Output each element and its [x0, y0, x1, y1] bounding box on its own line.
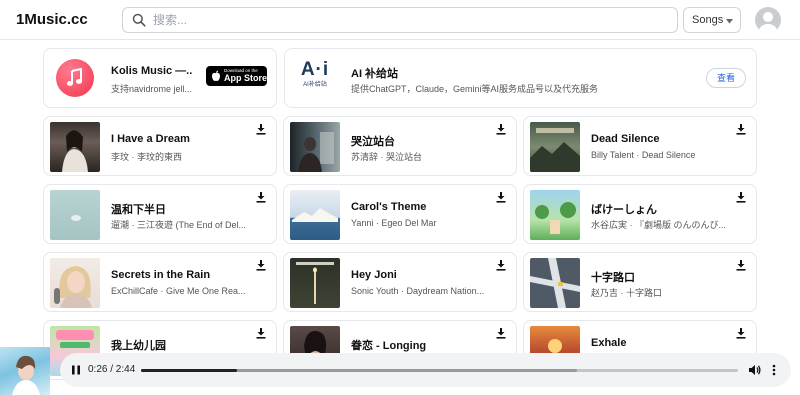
- type-filter-select[interactable]: Songs: [683, 7, 741, 33]
- audio-player: 0:26 / 2:44: [60, 353, 791, 387]
- kolis-app-logo: [56, 59, 94, 97]
- type-filter-value: Songs: [692, 14, 724, 26]
- search-input[interactable]: [153, 11, 653, 29]
- promo-subtitle: 支持navidrome jell...: [111, 84, 193, 94]
- progress-fill: [141, 369, 237, 372]
- song-card[interactable]: Dead Silence Billy Talent · Dead Silence: [523, 116, 757, 176]
- album-cover: [530, 190, 580, 240]
- song-subtitle: Yanni · Egeo Del Mar: [351, 218, 437, 228]
- promo-subtitle: 提供ChatGPT，Claude，Gemini等AI服务成品号以及代充服务: [351, 84, 599, 94]
- album-cover: [50, 190, 100, 240]
- search-icon: [132, 13, 146, 27]
- song-subtitle: Sonic Youth · Daydream Nation...: [351, 286, 485, 296]
- album-cover: [290, 190, 340, 240]
- seek-bar[interactable]: [141, 369, 738, 372]
- download-icon[interactable]: [255, 327, 267, 339]
- volume-icon[interactable]: [748, 364, 761, 376]
- album-cover: [530, 258, 580, 308]
- song-title: 十字路口: [591, 272, 635, 284]
- album-cover: [530, 122, 580, 172]
- promo-title: Kolis Music —...: [111, 65, 193, 77]
- song-title: ばけーしょん: [591, 204, 657, 216]
- song-title: 温和下半日: [111, 204, 166, 216]
- song-card[interactable]: Secrets in the Rain ExChillCafe · Give M…: [43, 252, 277, 312]
- search-box[interactable]: [122, 7, 678, 33]
- album-cover: [290, 122, 340, 172]
- now-playing-cover[interactable]: [0, 347, 50, 395]
- song-title: 眷恋 - Longing: [351, 340, 427, 352]
- download-icon[interactable]: [255, 123, 267, 135]
- ai-supply-logo: A·i AI补给站: [299, 59, 331, 97]
- download-icon[interactable]: [255, 259, 267, 271]
- download-icon[interactable]: [735, 327, 747, 339]
- promo-card-kolis[interactable]: Kolis Music —... 支持navidrome jell... Dow…: [43, 48, 277, 108]
- album-cover: [50, 122, 100, 172]
- download-icon[interactable]: [495, 327, 507, 339]
- song-subtitle: 遛潮 · 三江夜遊 (The End of Del...: [111, 220, 247, 230]
- app-store-badge-text: App Store: [224, 73, 268, 83]
- song-card[interactable]: 十字路口 赵乃吉 · 十字路口: [523, 252, 757, 312]
- song-card[interactable]: I Have a Dream 李玟 · 李玟的東西: [43, 116, 277, 176]
- song-subtitle: Billy Talent · Dead Silence: [591, 150, 696, 160]
- apple-icon: [212, 70, 220, 81]
- song-subtitle: 水谷広実 · 『劇場版 のんのんび...: [591, 220, 727, 230]
- download-icon[interactable]: [495, 259, 507, 271]
- song-title: Dead Silence: [591, 133, 660, 145]
- pause-icon[interactable]: [70, 364, 82, 376]
- song-card[interactable]: 哭泣站台 苏清辞 · 哭泣站台: [283, 116, 517, 176]
- download-icon[interactable]: [495, 123, 507, 135]
- song-title: Secrets in the Rain: [111, 269, 211, 281]
- song-title: 我上幼儿园: [111, 340, 166, 352]
- music-note-icon: [67, 68, 82, 86]
- song-title: Hey Joni: [351, 269, 397, 281]
- song-title: I Have a Dream: [111, 133, 190, 145]
- song-title: 哭泣站台: [351, 136, 395, 148]
- song-subtitle: 赵乃吉 · 十字路口: [591, 288, 662, 298]
- song-card[interactable]: Carol's Theme Yanni · Egeo Del Mar: [283, 184, 517, 244]
- album-cover: [290, 258, 340, 308]
- song-title: Exhale: [591, 337, 627, 349]
- ai-logo-caption: AI补给站: [303, 82, 327, 88]
- user-avatar-icon[interactable]: [755, 7, 781, 33]
- album-cover: [50, 258, 100, 308]
- download-icon[interactable]: [735, 259, 747, 271]
- app-store-badge[interactable]: Download on the App Store: [206, 66, 267, 86]
- more-vertical-icon[interactable]: [771, 364, 777, 376]
- download-icon[interactable]: [735, 191, 747, 203]
- song-card[interactable]: 温和下半日 遛潮 · 三江夜遊 (The End of Del...: [43, 184, 277, 244]
- promo-title: AI 补给站: [351, 68, 399, 80]
- download-icon[interactable]: [735, 123, 747, 135]
- download-icon[interactable]: [255, 191, 267, 203]
- promo-card-ai[interactable]: A·i AI补给站 AI 补给站 提供ChatGPT，Claude，Gemini…: [284, 48, 757, 108]
- song-card[interactable]: Hey Joni Sonic Youth · Daydream Nation..…: [283, 252, 517, 312]
- view-button[interactable]: 查看: [706, 68, 746, 88]
- ai-logo-mark: A·i: [300, 59, 330, 80]
- site-logo[interactable]: 1Music.cc: [16, 11, 88, 28]
- download-icon[interactable]: [495, 191, 507, 203]
- song-card[interactable]: ばけーしょん 水谷広実 · 『劇場版 のんのんび...: [523, 184, 757, 244]
- song-subtitle: ExChillCafe · Give Me One Rea...: [111, 286, 246, 296]
- chevron-down-icon: [726, 19, 733, 24]
- top-bar: 1Music.cc Songs: [0, 0, 800, 40]
- song-title: Carol's Theme: [351, 201, 427, 213]
- song-subtitle: 李玟 · 李玟的東西: [111, 152, 182, 162]
- playback-time: 0:26 / 2:44: [88, 364, 136, 375]
- song-subtitle: 苏清辞 · 哭泣站台: [351, 152, 422, 162]
